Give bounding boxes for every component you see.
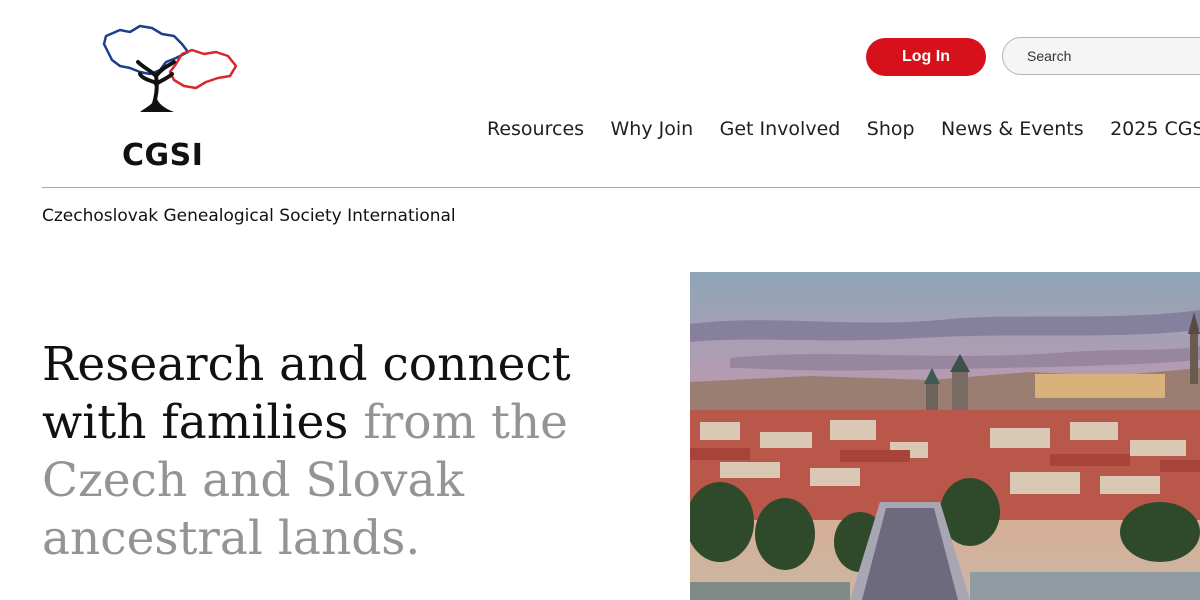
nav-item-news-events[interactable]: News & Events (941, 118, 1084, 140)
search-input[interactable] (1002, 37, 1200, 75)
nav-item-shop[interactable]: Shop (867, 118, 915, 140)
hero-headline: Research and connect with families from … (42, 336, 642, 568)
hero-image-prague (690, 272, 1200, 600)
login-button[interactable]: Log In (866, 38, 986, 76)
site-name: Czechoslovak Genealogical Society Intern… (42, 206, 456, 226)
main-nav: Resources Why Join Get Involved Shop New… (487, 118, 1200, 148)
nav-item-resources[interactable]: Resources (487, 118, 584, 140)
nav-item-why-join[interactable]: Why Join (611, 118, 694, 140)
cgsi-logo[interactable]: CGSI (100, 22, 240, 173)
map-tree-icon (102, 24, 238, 112)
logo-wordmark: CGSI (122, 138, 204, 173)
header-divider (42, 187, 1200, 188)
nav-item-2025-cgsi[interactable]: 2025 CGSI (1110, 118, 1200, 140)
nav-item-get-involved[interactable]: Get Involved (720, 118, 841, 140)
